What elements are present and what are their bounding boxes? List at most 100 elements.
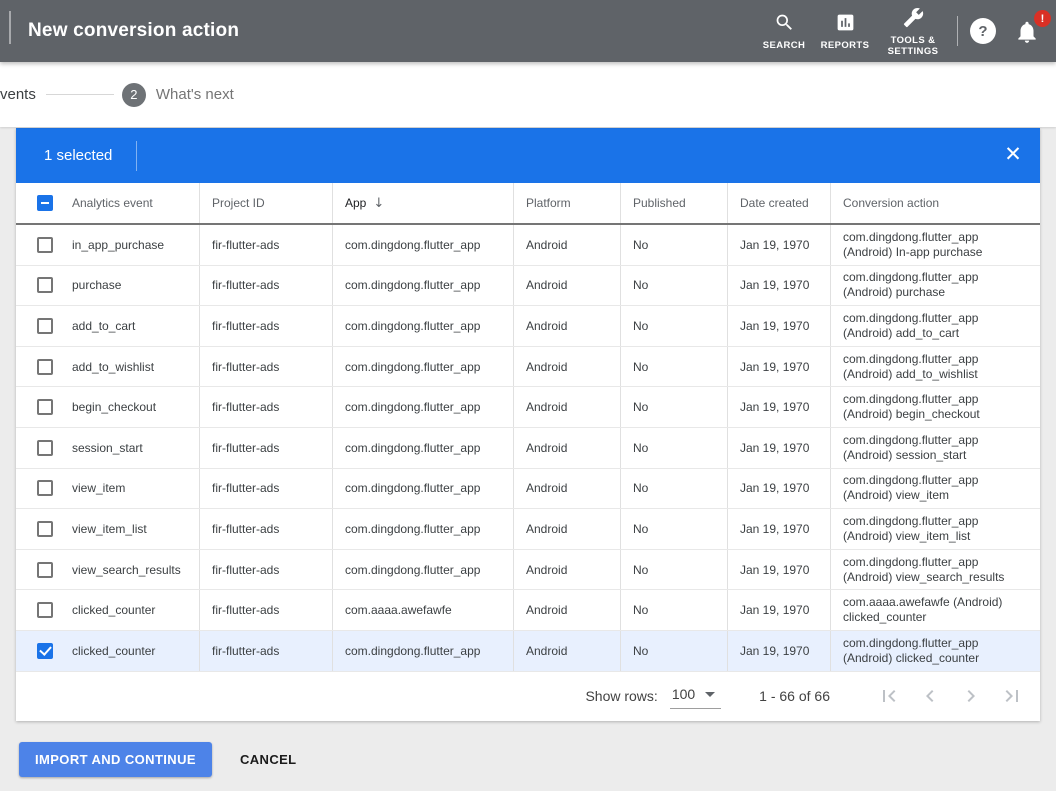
- table-row[interactable]: view_item_list fir-flutter-ads com.dingd…: [16, 509, 1040, 550]
- reports-icon: [835, 12, 856, 38]
- cell-published: No: [620, 631, 727, 671]
- cell-platform: Android: [513, 347, 620, 387]
- cell-date-created: Jan 19, 1970: [727, 469, 830, 509]
- row-checkbox[interactable]: [37, 359, 53, 375]
- column-header-analytics-event[interactable]: Analytics event: [70, 183, 199, 223]
- table-row[interactable]: add_to_cart fir-flutter-ads com.dingdong…: [16, 306, 1040, 347]
- cell-conversion-action: com.dingdong.flutter_app (Android) add_t…: [830, 347, 1040, 387]
- table-row[interactable]: purchase fir-flutter-ads com.dingdong.fl…: [16, 266, 1040, 307]
- column-header-conversion-action[interactable]: Conversion action: [830, 183, 1040, 223]
- row-checkbox-cell: [16, 266, 70, 306]
- row-checkbox[interactable]: [37, 237, 53, 253]
- table-row[interactable]: session_start fir-flutter-ads com.dingdo…: [16, 428, 1040, 469]
- cancel-button[interactable]: CANCEL: [230, 744, 307, 775]
- cell-app: com.dingdong.flutter_app: [332, 550, 513, 590]
- pagination-range: 1 - 66 of 66: [759, 688, 830, 704]
- cell-project-id: fir-flutter-ads: [199, 590, 332, 630]
- column-header-platform[interactable]: Platform: [513, 183, 620, 223]
- table-footer: Show rows: 100 1 - 66 of 66: [16, 672, 1040, 721]
- previous-page-icon[interactable]: [918, 684, 942, 708]
- wrench-icon: [903, 7, 924, 33]
- cell-conversion-action: com.dingdong.flutter_app (Android) In-ap…: [830, 225, 1040, 265]
- cell-app: com.dingdong.flutter_app: [332, 266, 513, 306]
- row-checkbox[interactable]: [37, 277, 53, 293]
- row-checkbox[interactable]: [37, 440, 53, 456]
- import-and-continue-button[interactable]: IMPORT AND CONTINUE: [19, 742, 212, 777]
- cell-conversion-action: com.dingdong.flutter_app (Android) click…: [830, 631, 1040, 671]
- notifications-button[interactable]: !: [1014, 14, 1044, 48]
- cell-published: No: [620, 590, 727, 630]
- cell-conversion-action: com.dingdong.flutter_app (Android) sessi…: [830, 428, 1040, 468]
- column-header-date-created[interactable]: Date created: [727, 183, 830, 223]
- stepper-connector-line: [46, 94, 114, 95]
- cell-conversion-action: com.dingdong.flutter_app (Android) begin…: [830, 387, 1040, 427]
- table-row[interactable]: view_search_results fir-flutter-ads com.…: [16, 550, 1040, 591]
- row-checkbox[interactable]: [37, 643, 53, 659]
- cell-published: No: [620, 387, 727, 427]
- cell-project-id: fir-flutter-ads: [199, 387, 332, 427]
- column-header-app[interactable]: App ↓: [332, 183, 513, 223]
- row-checkbox-cell: [16, 387, 70, 427]
- cell-analytics-event: add_to_wishlist: [70, 347, 199, 387]
- column-header-project-id[interactable]: Project ID: [199, 183, 332, 223]
- row-checkbox[interactable]: [37, 399, 53, 415]
- table-row[interactable]: clicked_counter fir-flutter-ads com.aaaa…: [16, 590, 1040, 631]
- cell-app: com.dingdong.flutter_app: [332, 428, 513, 468]
- events-table-card: 1 selected ✕ Analytics event Project ID …: [16, 128, 1040, 721]
- row-checkbox[interactable]: [37, 602, 53, 618]
- first-page-icon[interactable]: [877, 684, 901, 708]
- cell-published: No: [620, 266, 727, 306]
- next-page-icon[interactable]: [959, 684, 983, 708]
- select-all-checkbox[interactable]: [37, 195, 53, 211]
- cell-project-id: fir-flutter-ads: [199, 509, 332, 549]
- cell-published: No: [620, 428, 727, 468]
- cell-date-created: Jan 19, 1970: [727, 387, 830, 427]
- column-header-published[interactable]: Published: [620, 183, 727, 223]
- sort-descending-icon: ↓: [373, 196, 384, 211]
- help-button[interactable]: ?: [970, 18, 996, 44]
- cell-date-created: Jan 19, 1970: [727, 225, 830, 265]
- cell-conversion-action: com.dingdong.flutter_app (Android) view_…: [830, 469, 1040, 509]
- cell-date-created: Jan 19, 1970: [727, 347, 830, 387]
- cell-analytics-event: purchase: [70, 266, 199, 306]
- row-checkbox[interactable]: [37, 480, 53, 496]
- cell-conversion-action: com.dingdong.flutter_app (Android) view_…: [830, 509, 1040, 549]
- cell-project-id: fir-flutter-ads: [199, 428, 332, 468]
- cell-platform: Android: [513, 306, 620, 346]
- cell-project-id: fir-flutter-ads: [199, 347, 332, 387]
- table-row[interactable]: add_to_wishlist fir-flutter-ads com.ding…: [16, 347, 1040, 388]
- rows-per-page-select[interactable]: 100: [670, 683, 721, 709]
- stepper-step2-circle[interactable]: 2: [122, 83, 146, 107]
- reports-nav-button[interactable]: REPORTS: [813, 10, 877, 52]
- cell-date-created: Jan 19, 1970: [727, 631, 830, 671]
- stepper-previous-step-label[interactable]: vents: [0, 86, 36, 103]
- row-checkbox[interactable]: [37, 318, 53, 334]
- tools-settings-nav-button[interactable]: TOOLS & SETTINGS: [877, 5, 949, 58]
- cell-published: No: [620, 550, 727, 590]
- table-row[interactable]: view_item fir-flutter-ads com.dingdong.f…: [16, 469, 1040, 510]
- question-mark-icon: ?: [978, 23, 987, 40]
- table-row[interactable]: clicked_counter fir-flutter-ads com.ding…: [16, 631, 1040, 672]
- cell-app: com.aaaa.awefawfe: [332, 590, 513, 630]
- app-bar-divider: [957, 16, 958, 46]
- dropdown-caret-icon: [705, 692, 715, 697]
- cell-conversion-action: com.dingdong.flutter_app (Android) purch…: [830, 266, 1040, 306]
- show-rows-label: Show rows:: [585, 688, 657, 704]
- bottom-actions: IMPORT AND CONTINUE CANCEL: [19, 742, 307, 777]
- search-nav-button[interactable]: SEARCH: [755, 10, 813, 52]
- close-icon[interactable]: ✕: [1000, 142, 1026, 168]
- cell-analytics-event: session_start: [70, 428, 199, 468]
- row-checkbox[interactable]: [37, 521, 53, 537]
- search-label: SEARCH: [763, 41, 806, 52]
- cell-platform: Android: [513, 509, 620, 549]
- cell-platform: Android: [513, 266, 620, 306]
- cell-project-id: fir-flutter-ads: [199, 469, 332, 509]
- table-row[interactable]: in_app_purchase fir-flutter-ads com.ding…: [16, 225, 1040, 266]
- table-row[interactable]: begin_checkout fir-flutter-ads com.dingd…: [16, 387, 1040, 428]
- cell-platform: Android: [513, 469, 620, 509]
- last-page-icon[interactable]: [1000, 684, 1024, 708]
- cell-project-id: fir-flutter-ads: [199, 550, 332, 590]
- row-checkbox[interactable]: [37, 562, 53, 578]
- notification-badge: !: [1034, 10, 1051, 27]
- cell-date-created: Jan 19, 1970: [727, 550, 830, 590]
